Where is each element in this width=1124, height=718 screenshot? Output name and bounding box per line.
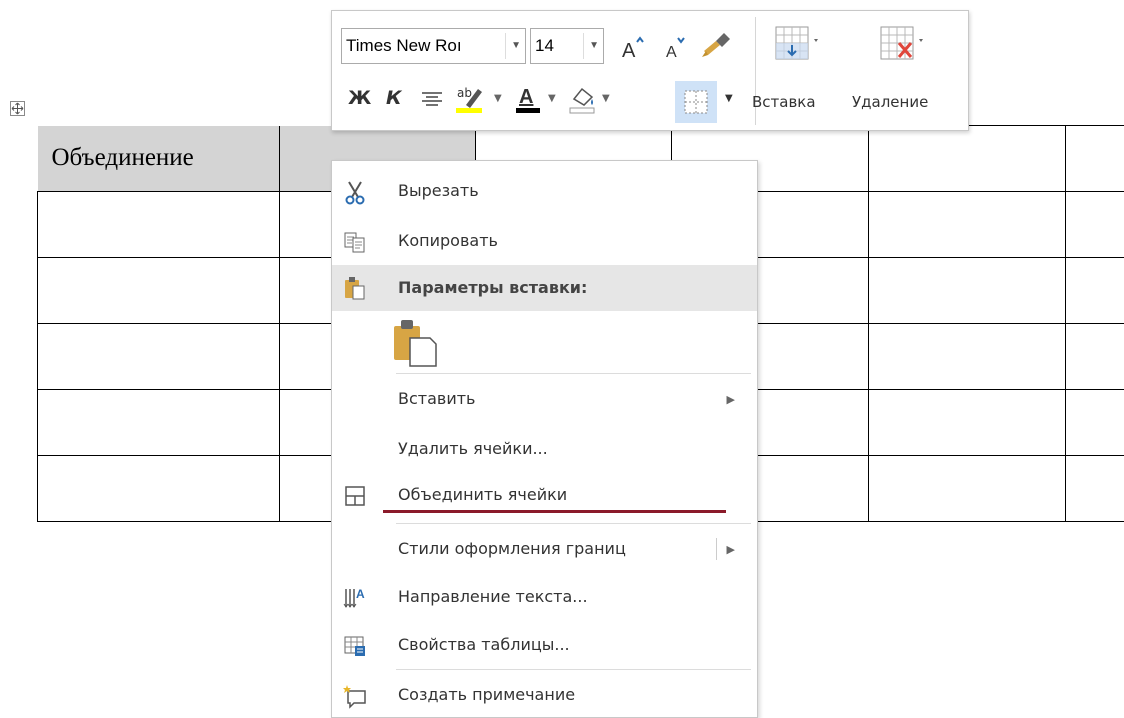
table-cell[interactable] [1064,257,1124,324]
font-size-value: 14 [535,36,554,55]
table-move-handle-icon[interactable] [10,101,25,116]
chevron-down-icon[interactable]: ▼ [548,93,560,105]
menu-item-new-comment[interactable]: Создать примечание [332,673,757,717]
table-cell[interactable] [868,455,1066,522]
table-cell[interactable] [1064,191,1124,258]
table-properties-icon [344,636,365,656]
chevron-down-icon[interactable]: ▼ [725,93,737,105]
insert-table-icon[interactable] [772,23,832,67]
borders-icon[interactable] [675,81,717,123]
menu-item-copy[interactable]: Копировать [332,219,757,263]
menu-label-cut: Вырезать [398,181,479,200]
menu-label-table-properties: Свойства таблицы... [398,635,570,654]
chevron-down-icon: ▼ [589,40,599,51]
table-cell[interactable] [868,125,1066,192]
shrink-font-icon[interactable]: A [662,33,690,61]
menu-item-cut[interactable]: Вырезать [332,169,757,213]
merged-cell-text: Объединение [51,144,194,172]
delete-table-icon[interactable] [877,23,937,67]
insert-button[interactable]: Вставка [752,93,816,111]
font-color-icon[interactable]: A [512,81,546,115]
delete-button[interactable]: Удаление [852,93,928,111]
table-cell[interactable] [1064,125,1124,192]
font-name-dropdown[interactable]: Times New Roı ▼ [341,28,526,64]
menu-label-text-direction: Направление текста... [398,587,588,606]
menu-label-copy: Копировать [398,231,498,250]
highlight-icon[interactable]: ab [452,81,492,115]
text-direction-icon: A [343,587,365,608]
svg-text:A: A [666,44,677,61]
menu-item-border-styles[interactable]: Стили оформления границ ▶ [332,527,757,571]
italic-label: К [386,87,402,109]
menu-label-border-styles: Стили оформления границ [398,539,626,558]
table-cell[interactable] [868,257,1066,324]
chevron-down-icon[interactable]: ▼ [494,93,506,105]
paste-options-header: Параметры вставки: [332,265,757,311]
chevron-down-icon[interactable]: ▼ [602,93,614,105]
menu-item-delete-cells[interactable]: Удалить ячейки... [332,427,757,471]
paste-keep-formatting-icon[interactable] [392,316,442,368]
grow-font-icon[interactable]: A [620,33,648,62]
menu-item-insert[interactable]: Вставить ▶ [332,377,757,421]
paste-icon [345,277,365,300]
table-cell-merged[interactable]: Объединение [37,125,281,192]
table-cell[interactable] [1064,323,1124,390]
menu-label-new-comment: Создать примечание [398,685,576,704]
svg-text:A: A [622,40,636,61]
submenu-arrow-icon: ▶ [726,543,735,556]
copy-icon [344,232,365,253]
table-cell[interactable] [36,257,281,324]
menu-label-insert: Вставить [398,389,476,408]
table-cell[interactable] [868,323,1066,390]
menu-label-delete-cells: Удалить ячейки... [398,439,548,458]
svg-text:ab: ab [457,86,472,100]
highlight-underline [383,510,726,513]
context-menu: Вырезать Копировать Параметры вставки: В… [331,160,758,718]
merge-cells-icon [345,486,365,506]
table-cell[interactable] [36,455,281,522]
menu-item-text-direction[interactable]: A Направление текста... [332,575,757,619]
table-cell[interactable] [868,191,1066,258]
menu-item-table-properties[interactable]: Свойства таблицы... [332,623,757,667]
paste-options-label: Параметры вставки: [398,278,588,297]
italic-button[interactable]: К [386,87,410,113]
new-comment-icon [343,685,366,709]
table-cell[interactable] [868,389,1066,456]
table-cell[interactable] [36,389,281,456]
table-cell[interactable] [1064,389,1124,456]
shading-icon[interactable] [566,81,600,115]
table-cell[interactable] [36,191,281,258]
submenu-arrow-icon: ▶ [726,393,735,406]
font-name-value: Times New Roı [346,36,462,55]
format-painter-icon[interactable] [700,29,734,61]
scissors-icon [345,181,365,205]
table-cell[interactable] [36,323,281,390]
bold-label: Ж [348,87,372,109]
table-cell[interactable] [1064,455,1124,522]
mini-toolbar: Times New Roı ▼ 14 ▼ A A Ж К ab ▼ A ▼ ▼ … [331,10,969,131]
font-size-dropdown[interactable]: 14 ▼ [530,28,604,64]
svg-text:A: A [356,587,365,601]
menu-label-merge-cells: Объединить ячейки [398,485,568,504]
chevron-down-icon: ▼ [511,40,521,51]
align-center-icon[interactable] [418,85,446,113]
svg-text:A: A [519,86,533,108]
bold-button[interactable]: Ж [348,87,372,113]
